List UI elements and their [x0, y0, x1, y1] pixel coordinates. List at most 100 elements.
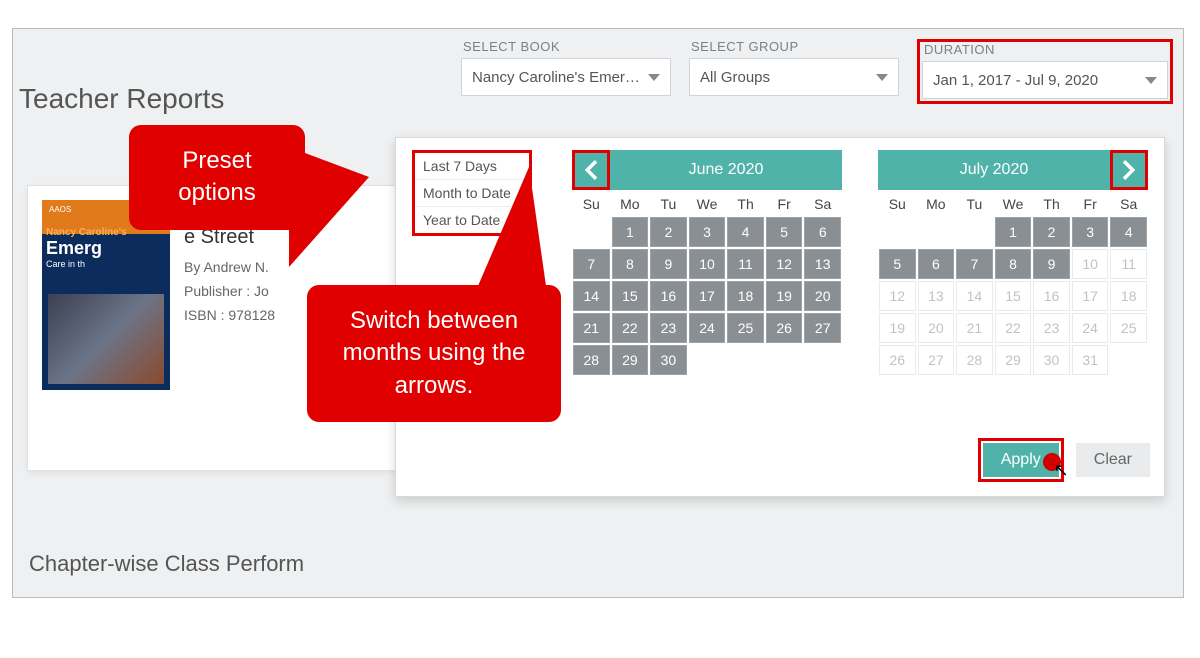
calendar-day[interactable]: 15 [995, 281, 1032, 311]
calendar-day[interactable]: 19 [766, 281, 803, 311]
page-title: Teacher Reports [19, 83, 224, 115]
apply-button-highlight: Apply ↖ [978, 438, 1064, 482]
calendar-day[interactable]: 8 [995, 249, 1032, 279]
calendar-day[interactable]: 1 [612, 217, 649, 247]
calendar-empty-cell [879, 217, 916, 247]
calendar-day[interactable]: 16 [650, 281, 687, 311]
calendar-day[interactable]: 22 [995, 313, 1032, 343]
calendar-day[interactable]: 20 [804, 281, 841, 311]
calendar-empty-cell [689, 345, 726, 375]
calendar-day[interactable]: 22 [612, 313, 649, 343]
dow-label: Su [572, 190, 611, 216]
cover-brand: AAOS [46, 204, 74, 215]
calendar-day[interactable]: 25 [1110, 313, 1147, 343]
calendar-day[interactable]: 13 [804, 249, 841, 279]
caret-down-icon [648, 74, 660, 81]
calendar-day[interactable]: 28 [573, 345, 610, 375]
calendar-day[interactable]: 2 [1033, 217, 1070, 247]
filter-bar: SELECT BOOK Nancy Caroline's Emer… SELEC… [461, 39, 1173, 104]
book-publisher: Publisher : Jo [184, 283, 275, 299]
calendar-day[interactable]: 3 [1072, 217, 1109, 247]
book-author: By Andrew N. [184, 259, 275, 275]
calendar-day[interactable]: 7 [956, 249, 993, 279]
calendar-day[interactable]: 11 [1110, 249, 1147, 279]
calendar-day[interactable]: 18 [727, 281, 764, 311]
calendar-day[interactable]: 29 [995, 345, 1032, 375]
calendar-day[interactable]: 5 [879, 249, 916, 279]
calendar-day[interactable]: 20 [918, 313, 955, 343]
filter-group-label: SELECT GROUP [691, 39, 899, 54]
book-select[interactable]: Nancy Caroline's Emer… [461, 58, 671, 96]
apply-button[interactable]: Apply ↖ [983, 443, 1059, 477]
calendar-day[interactable]: 30 [650, 345, 687, 375]
dow-label: We [688, 190, 727, 216]
calendar-empty-cell [727, 345, 764, 375]
calendar-day[interactable]: 9 [650, 249, 687, 279]
calendar-day[interactable]: 16 [1033, 281, 1070, 311]
prev-month-arrow[interactable] [572, 150, 610, 190]
next-month-arrow[interactable] [1110, 150, 1148, 190]
calendar-day[interactable]: 8 [612, 249, 649, 279]
dow-label: Su [878, 190, 917, 216]
dow-label: Mo [611, 190, 650, 216]
calendar-day[interactable]: 6 [918, 249, 955, 279]
calendar-day[interactable]: 24 [1072, 313, 1109, 343]
calendar-day[interactable]: 26 [766, 313, 803, 343]
calendar-day[interactable]: 24 [689, 313, 726, 343]
calendar-day[interactable]: 13 [918, 281, 955, 311]
calendar-day[interactable]: 4 [1110, 217, 1147, 247]
calendar-day[interactable]: 15 [612, 281, 649, 311]
chevron-left-icon [584, 160, 598, 180]
calendar-day[interactable]: 25 [727, 313, 764, 343]
calendar-day[interactable]: 23 [1033, 313, 1070, 343]
calendar-day[interactable]: 30 [1033, 345, 1070, 375]
calendar-day[interactable]: 21 [956, 313, 993, 343]
calendar-left-title: June 2020 [610, 150, 842, 190]
filter-group: SELECT GROUP All Groups [689, 39, 899, 104]
calendar-day[interactable]: 27 [804, 313, 841, 343]
book-cover: AAOS Nancy Caroline's Emerg Care in th [42, 200, 170, 390]
calendar-day[interactable]: 1 [995, 217, 1032, 247]
dow-label: Sa [1109, 190, 1148, 216]
caret-down-icon [876, 74, 888, 81]
group-select[interactable]: All Groups [689, 58, 899, 96]
dow-label: Fr [1071, 190, 1110, 216]
cursor-icon: ↖ [1054, 460, 1069, 481]
calendar-day[interactable]: 9 [1033, 249, 1070, 279]
book-meta: oline's e Street By Andrew N. Publisher … [184, 200, 275, 456]
calendar-day[interactable]: 14 [956, 281, 993, 311]
calendar-day[interactable]: 29 [612, 345, 649, 375]
calendar-day[interactable]: 5 [766, 217, 803, 247]
calendar-day[interactable]: 12 [879, 281, 916, 311]
dow-label: Sa [803, 190, 842, 216]
dow-label: Mo [917, 190, 956, 216]
calendar-day[interactable]: 11 [727, 249, 764, 279]
calendar-day[interactable]: 28 [956, 345, 993, 375]
calendar-day[interactable]: 19 [879, 313, 916, 343]
cover-line2: Emerg [46, 238, 166, 259]
calendar-day[interactable]: 10 [1072, 249, 1109, 279]
calendar-day[interactable]: 27 [918, 345, 955, 375]
calendar-day[interactable]: 7 [573, 249, 610, 279]
calendar-day[interactable]: 3 [689, 217, 726, 247]
calendar-day[interactable]: 4 [727, 217, 764, 247]
calendar-day[interactable]: 2 [650, 217, 687, 247]
calendar-day[interactable]: 18 [1110, 281, 1147, 311]
calendar-day[interactable]: 14 [573, 281, 610, 311]
calendar-right: July 2020 SuMoTuWeThFrSa 123456789101112… [878, 150, 1148, 376]
calendar-day[interactable]: 10 [689, 249, 726, 279]
clear-button[interactable]: Clear [1076, 443, 1150, 477]
calendar-day[interactable]: 17 [689, 281, 726, 311]
calendar-day[interactable]: 21 [573, 313, 610, 343]
app-frame: Teacher Reports SELECT BOOK Nancy Caroli… [12, 28, 1184, 598]
calendar-right-title: July 2020 [878, 150, 1110, 190]
calendar-day[interactable]: 26 [879, 345, 916, 375]
calendar-day[interactable]: 12 [766, 249, 803, 279]
calendar-day[interactable]: 6 [804, 217, 841, 247]
section-title: Chapter-wise Class Perform [29, 551, 304, 577]
calendar-day[interactable]: 23 [650, 313, 687, 343]
calendar-day[interactable]: 17 [1072, 281, 1109, 311]
duration-select[interactable]: Jan 1, 2017 - Jul 9, 2020 [922, 61, 1168, 99]
calendar-day[interactable]: 31 [1072, 345, 1109, 375]
chevron-right-icon [1122, 160, 1136, 180]
